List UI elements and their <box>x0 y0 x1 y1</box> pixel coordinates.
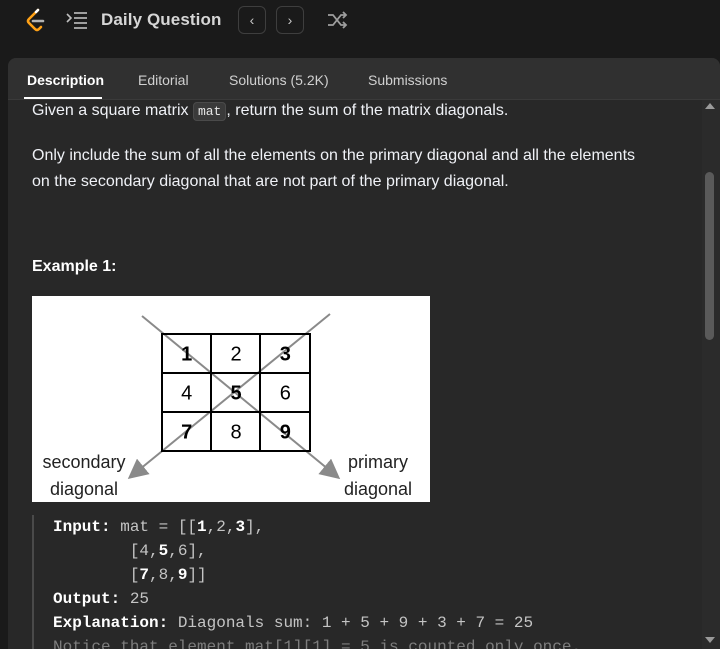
input-bold-value: 3 <box>235 518 246 536</box>
matrix-diagonal-diagram: 1 2 3 4 5 6 7 8 9 secondary diagonal primary dia… <box>32 296 430 502</box>
description-line-3: on the secondary diagonal that are not p… <box>32 173 509 190</box>
matrix-cell-1-2: 6 <box>280 383 291 405</box>
output-label: Output: <box>53 590 121 608</box>
explanation-label: Explanation: <box>53 614 169 632</box>
shuffle-icon[interactable] <box>326 10 348 30</box>
list-icon[interactable] <box>66 11 88 29</box>
inline-code-mat: mat <box>192 102 227 121</box>
matrix-cell-1-0: 4 <box>181 383 192 405</box>
description-line-2: Only include the sum of all the elements… <box>32 147 636 164</box>
matrix-cell-2-1: 8 <box>230 422 241 444</box>
secondary-label-line-1: secondary <box>42 452 125 472</box>
top-navigation-bar: Daily Question ‹ › <box>0 0 720 48</box>
input-text: ], <box>245 518 265 536</box>
primary-label-line-2: diagonal <box>344 479 412 499</box>
input-line-3: [7,8,9]] <box>53 563 672 587</box>
next-question-button[interactable]: › <box>276 6 304 34</box>
scrollbar-thumb[interactable] <box>705 172 714 340</box>
matrix-cell-0-1: 2 <box>230 344 241 366</box>
explanation-value: Diagonals sum: 1 + 5 + 9 + 3 + 7 = 25 <box>168 614 534 632</box>
description-text: , return the sum of the matrix diagonals… <box>226 102 509 119</box>
matrix-cell-2-2: 9 <box>280 422 291 444</box>
input-bold-value: 5 <box>158 542 169 560</box>
previous-question-button[interactable]: ‹ <box>238 6 266 34</box>
leetcode-logo[interactable] <box>24 8 48 34</box>
description-text: Given a square matrix <box>32 102 193 119</box>
daily-question-title[interactable]: Daily Question <box>101 10 221 30</box>
tab-editorial[interactable]: Editorial <box>138 72 189 88</box>
input-label: Input: <box>53 518 111 536</box>
matrix-cell-0-2: 3 <box>280 344 291 366</box>
input-text: ]] <box>187 566 207 584</box>
problem-description: Given a square matrix mat, return the su… <box>32 98 682 195</box>
input-bold-value: 9 <box>177 566 188 584</box>
output-value: 25 <box>120 590 150 608</box>
input-text: ,6], <box>168 542 207 560</box>
scroll-down-arrow-icon[interactable] <box>705 637 715 643</box>
matrix-cell-2-0: 7 <box>181 422 192 444</box>
tab-bar: Description Editorial Solutions (5.2K) S… <box>8 58 720 100</box>
matrix-cell-0-0: 1 <box>181 344 192 366</box>
primary-label-line-1: primary <box>348 452 408 472</box>
input-bold-value: 7 <box>139 566 150 584</box>
description-line-1: Given a square matrix mat, return the su… <box>32 98 682 125</box>
input-text: ,2, <box>206 518 236 536</box>
tab-solutions[interactable]: Solutions (5.2K) <box>229 72 329 88</box>
input-text: ,8, <box>149 566 178 584</box>
matrix-cell-1-1: 5 <box>230 383 241 405</box>
tab-submissions[interactable]: Submissions <box>368 72 447 88</box>
chevron-right-icon: › <box>287 12 293 28</box>
example-io-block: Input: mat = [[1,2,3], [4,5,6], [7,8,9]]… <box>32 515 672 649</box>
scroll-up-arrow-icon[interactable] <box>705 103 715 109</box>
input-text: [ <box>53 566 140 584</box>
tab-description[interactable]: Description <box>27 72 104 88</box>
example-1-title: Example 1: <box>32 258 117 275</box>
input-bold-value: 1 <box>197 518 207 536</box>
explanation-line: Explanation: Diagonals sum: 1 + 5 + 9 + … <box>53 611 672 635</box>
input-text: [4, <box>53 542 159 560</box>
output-line: Output: 25 <box>53 587 672 611</box>
chevron-left-icon: ‹ <box>249 12 255 28</box>
secondary-label-line-2: diagonal <box>50 479 118 499</box>
notice-line: Notice that element mat[1][1] = 5 is cou… <box>53 638 582 649</box>
input-text: mat = [[ <box>110 518 198 536</box>
input-line-1: Input: mat = [[1,2,3], <box>53 515 672 539</box>
input-line-2: [4,5,6], <box>53 539 672 563</box>
